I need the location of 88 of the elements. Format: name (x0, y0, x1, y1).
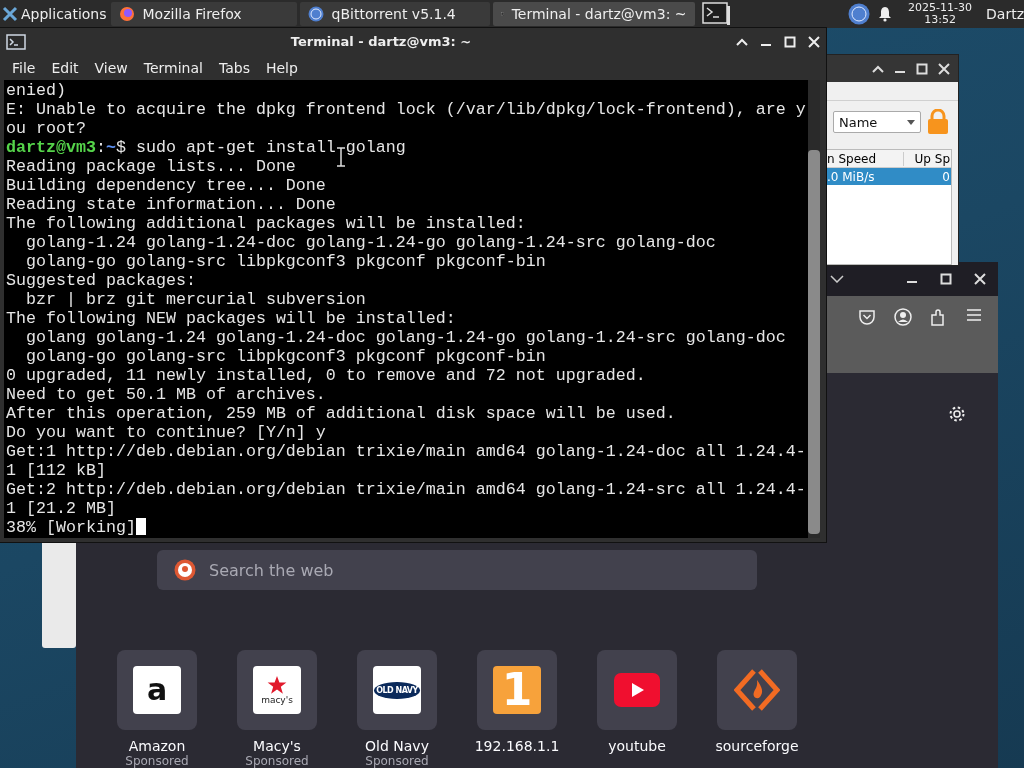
maximize-icon[interactable] (916, 62, 928, 75)
torrent-icon[interactable] (848, 3, 871, 25)
macys-logo: macy's (253, 666, 301, 714)
shortcut-tile[interactable] (717, 650, 797, 730)
terminal-line: Reading state information... Done (6, 195, 337, 214)
menu-icon[interactable] (966, 308, 982, 323)
chevron-up-icon[interactable] (872, 64, 884, 73)
close-icon[interactable] (974, 273, 986, 286)
shortcut-tile[interactable]: a (117, 650, 197, 730)
terminal-line: bzr | brz git mercurial subversion (25, 290, 367, 309)
terminal-line: 1 [112 kB] (6, 461, 107, 480)
taskbar-button[interactable]: Terminal - dartz@vm3: ~ (492, 2, 695, 26)
shortcut-label: Old Navy (365, 738, 429, 754)
pocket-icon[interactable] (858, 308, 876, 327)
shortcut-label: sourceforge (715, 738, 799, 754)
terminal-line: dartz@vm3:~$ sudo apt-get install golang (6, 138, 407, 157)
terminal-line: Need to get 50.1 MB of archives. (6, 385, 327, 404)
bell-icon[interactable] (878, 6, 893, 22)
menu-item[interactable]: Tabs (210, 59, 258, 76)
i-beam-pointer-icon (336, 147, 346, 167)
taskbar-button[interactable]: Mozilla Firefox (110, 2, 297, 26)
sort-dropdown[interactable]: Name (833, 111, 921, 133)
terminal-line: Get:2 http://deb.debian.org/debian trixie/main amd64 golang-1.24-src all 1.24.4- (6, 480, 807, 499)
store-logo: OLD NAVY (373, 666, 421, 714)
text-cursor (135, 518, 146, 535)
app-menu-icon (2, 6, 18, 22)
menu-item[interactable]: Edit (43, 59, 87, 76)
menu-item[interactable]: Terminal (135, 59, 211, 76)
terminal-line: Suggested packages: (6, 271, 197, 290)
chevron-up-icon[interactable] (736, 37, 748, 46)
terminal-line: Reading package lists... Done (6, 157, 297, 176)
shortcut-label: youtube (608, 738, 666, 754)
sponsored-label: Sponsored (365, 754, 429, 768)
menu-item[interactable]: View (86, 59, 136, 76)
amazon-logo: a (133, 666, 181, 714)
terminal-line: golang-1.24 golang-1.24-doc golang-1.24-go golang-1.24-src golang-doc (25, 233, 717, 252)
terminal-line: enied) (6, 81, 67, 100)
terminal-line: golang golang-1.24 golang-1.24-doc golang-1.24-go golang-1.24-src golang-doc (25, 328, 787, 347)
chevron-down-icon[interactable] (830, 275, 844, 284)
close-icon[interactable] (938, 62, 950, 75)
terminal-line: Do you want to continue? [Y/n] y (6, 423, 327, 442)
scrollbar[interactable] (808, 80, 820, 538)
number-logo: 1 (493, 666, 541, 714)
settings-icon[interactable] (948, 405, 966, 423)
terminal-line: 1 [21.2 MB] (6, 499, 117, 518)
terminal-line: The following NEW packages will be installed: (6, 309, 457, 328)
terminal-line: The following additional packages will be installed: (6, 214, 527, 233)
shortcut-tile[interactable]: macy's (237, 650, 317, 730)
table-cell-text: 0 (941, 169, 951, 184)
terminal-line: After this operation, 259 MB of additional disk space will be used. (6, 404, 677, 423)
table-row[interactable]: .0 MiB/s 0 (826, 168, 951, 185)
maximize-icon[interactable] (784, 35, 796, 48)
shortcut-label: Amazon (128, 738, 186, 754)
play-button-icon (614, 673, 660, 707)
star-icon (267, 675, 287, 695)
time-text: 13:52 (924, 14, 956, 26)
shortcut-label: Macy's (253, 738, 301, 754)
menu-item[interactable]: Help (257, 59, 306, 76)
shortcut-label: 192.168.1.1 (474, 738, 560, 754)
terminal-line: ou root? (6, 119, 87, 138)
account-icon[interactable] (894, 308, 912, 327)
terminal-line: Get:1 http://deb.debian.org/debian trixie/main amd64 golang-1.24-doc all 1.24.4- (6, 442, 807, 461)
sponsored-label: Sponsored (245, 754, 309, 768)
diamond-flame-icon (734, 667, 780, 713)
terminal-line: 0 upgraded, 11 newly installed, 0 to remove and 72 not upgraded. (6, 366, 647, 385)
maximize-icon[interactable] (940, 273, 952, 286)
close-icon[interactable] (808, 35, 820, 48)
date-text: 2025-11-30 (908, 2, 973, 14)
window-title: Terminal - dartz@vm3: ~ (289, 34, 473, 49)
terminal-line: E: Unable to acquire the dpkg frontend lock (/var/lib/dpkg/lock-frontend), are y (6, 100, 807, 119)
browser-icon (118, 6, 135, 22)
torrent-icon (307, 6, 324, 22)
applications-menu-button[interactable]: Applications (0, 0, 111, 28)
column-header[interactable]: Up Sp (904, 151, 951, 166)
taskbar-button[interactable]: qBittorrent v5.1.4 (299, 2, 490, 26)
user-name[interactable]: Dartz (986, 6, 1024, 22)
terminal-line: Building dependency tree... Done (6, 176, 327, 195)
terminal-line: 38% [Working] (6, 518, 808, 537)
shortcut-tile[interactable] (597, 650, 677, 730)
menu-item[interactable]: File (4, 59, 44, 76)
search-field[interactable]: Search the web (157, 550, 757, 590)
caret-icon (907, 119, 915, 125)
table-cell-text: .0 MiB/s (826, 169, 876, 184)
terminal-line: golang-go golang-src libpkgconf3 pkgconf pkgconf-bin (25, 252, 547, 271)
shortcut-tile[interactable]: OLD NAVY (357, 650, 437, 730)
duck-logo-icon (174, 559, 196, 581)
terminal-line: golang-go golang-src libpkgconf3 pkgconf pkgconf-bin (25, 347, 547, 366)
sponsored-label: Sponsored (125, 754, 189, 768)
